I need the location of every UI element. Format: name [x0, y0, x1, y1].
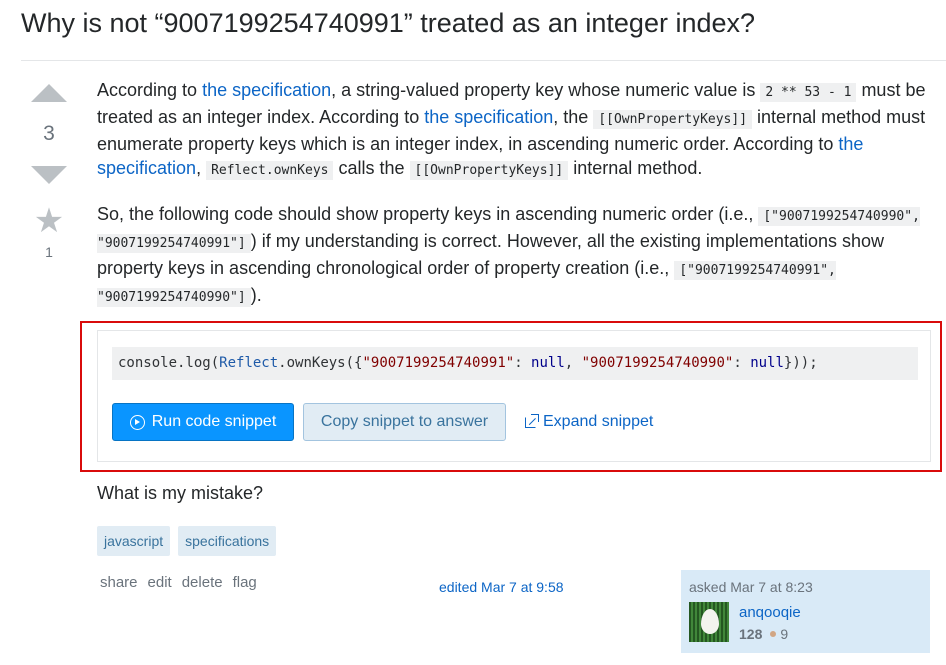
specification-link[interactable]: the specification: [202, 80, 331, 100]
run-code-snippet-button[interactable]: Run code snippet: [112, 403, 294, 441]
triangle-down-icon[interactable]: [31, 166, 67, 184]
text: calls the: [333, 158, 410, 178]
snippet-code-block[interactable]: console.log(Reflect.ownKeys({"9007199254…: [112, 347, 918, 380]
code-token: .ownKeys({: [278, 355, 363, 371]
code-token: Reflect: [219, 355, 279, 371]
external-link-icon: [525, 413, 539, 428]
user-name-link[interactable]: anqooqie: [739, 604, 801, 621]
flag-link[interactable]: flag: [233, 574, 257, 591]
tag-javascript[interactable]: javascript: [97, 526, 171, 556]
tag-specifications[interactable]: specifications: [178, 526, 277, 556]
text: ).: [250, 285, 262, 305]
edited-timestamp[interactable]: edited Mar 7 at 9:58: [439, 579, 564, 595]
triangle-up-icon[interactable]: [31, 84, 67, 102]
tag-list: javascript specifications: [97, 526, 277, 556]
text: So, the following code should show prope…: [97, 204, 759, 224]
inline-code: [[OwnPropertyKeys]]: [593, 110, 753, 129]
expand-snippet-link[interactable]: Expand snippet: [525, 403, 653, 441]
inline-code: Reflect.ownKeys: [206, 161, 334, 180]
code-token: :: [514, 355, 532, 371]
code-snippet: console.log(Reflect.ownKeys({"9007199254…: [97, 330, 931, 462]
text: internal method.: [568, 158, 703, 178]
code-token: :: [733, 355, 751, 371]
title-divider: [21, 60, 946, 61]
specification-link[interactable]: the specification: [424, 107, 553, 127]
post-menu: share edit delete flag: [100, 574, 257, 591]
text: , the: [553, 107, 594, 127]
text: According to: [97, 80, 203, 100]
avatar[interactable]: [689, 602, 729, 642]
inline-code: [[OwnPropertyKeys]]: [409, 161, 569, 180]
code-token: ,: [564, 355, 582, 371]
user-reputation: 128 9: [739, 626, 788, 642]
body-paragraph-2: So, the following code should show prope…: [97, 202, 927, 310]
reputation-score: 128: [739, 626, 763, 642]
code-token: "9007199254740991": [362, 355, 515, 371]
code-token: null: [531, 355, 565, 371]
expand-label: Expand snippet: [543, 413, 654, 430]
code-token: "9007199254740990": [581, 355, 734, 371]
code-token: console.log(: [118, 355, 220, 371]
text: , a string-valued property key whose num…: [331, 80, 761, 100]
owner-card: asked Mar 7 at 8:23 anqooqie 128 9: [681, 570, 930, 653]
question-title[interactable]: Why is not “9007199254740991” treated as…: [21, 8, 755, 39]
copy-snippet-button[interactable]: Copy snippet to answer: [303, 403, 506, 441]
question-body: According to the specification, a string…: [97, 78, 927, 310]
body-paragraph-1: According to the specification, a string…: [97, 78, 927, 183]
favorite-count: 1: [45, 244, 53, 260]
closing-question: What is my mistake?: [97, 483, 264, 503]
run-button-label: Run code snippet: [151, 413, 277, 430]
share-link[interactable]: share: [100, 574, 138, 591]
vote-cell: 3 ★ 1: [28, 84, 70, 260]
inline-code: 2 ** 53 - 1: [760, 83, 857, 102]
star-icon[interactable]: ★: [28, 204, 70, 238]
vote-count: 3: [43, 122, 55, 145]
code-token: }));: [783, 355, 818, 371]
edit-link[interactable]: edit: [148, 574, 172, 591]
code-token: null: [750, 355, 784, 371]
bronze-badge-icon: [770, 631, 777, 637]
asked-timestamp: asked Mar 7 at 8:23: [689, 579, 813, 595]
text: ,: [196, 158, 207, 178]
play-circle-icon: [129, 414, 145, 430]
bronze-badge-count: 9: [780, 626, 789, 642]
delete-link[interactable]: delete: [182, 574, 223, 591]
